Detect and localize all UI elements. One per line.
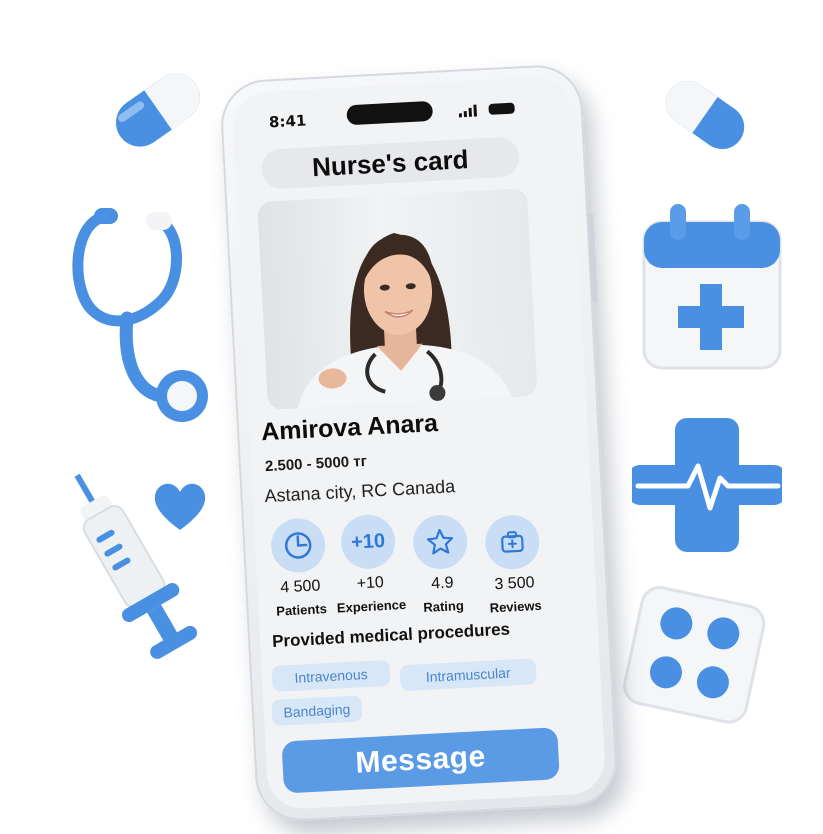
page-title: Nurse's card — [260, 136, 521, 190]
stat-value: 4 500 — [279, 577, 321, 597]
stat-value: +10 — [356, 574, 385, 593]
pill-icon — [115, 73, 201, 147]
phone-screen: 8:41 Nurse's card Amirova Anara 2.500 - … — [231, 75, 607, 811]
star-icon — [411, 513, 469, 571]
nurse-photo — [257, 188, 538, 410]
stat-label: Patients — [275, 601, 328, 619]
dynamic-island — [346, 100, 434, 126]
stat-label: Reviews — [489, 597, 543, 616]
side-button — [587, 212, 598, 303]
stat-label: Rating — [422, 597, 465, 615]
stat-patients: 4 500 Patients — [260, 517, 339, 620]
battery-icon — [488, 102, 515, 115]
calendar-plus-icon — [642, 204, 782, 370]
nurse-name: Amirova Anara — [260, 409, 439, 447]
nurse-portrait-illustration — [298, 233, 512, 409]
procedure-chip-intramuscular[interactable]: Intramuscular — [399, 658, 537, 692]
medical-kit-icon — [483, 513, 541, 571]
plus-ten-icon-text: +10 — [350, 529, 386, 554]
clock-icon — [269, 517, 327, 574]
phone-mockup: 8:41 Nurse's card Amirova Anara 2.500 - … — [218, 63, 620, 823]
stat-rating: 4.9 Rating — [402, 513, 481, 616]
status-time: 8:41 — [268, 111, 307, 132]
syringe-icon — [74, 473, 198, 659]
heartbeat-cross-icon — [632, 418, 782, 552]
stat-reviews: 3 500 Reviews — [474, 513, 553, 616]
plus-ten-icon: +10 — [339, 513, 397, 571]
procedure-chip-intravenous[interactable]: Intravenous — [271, 659, 391, 692]
location: Astana city, RC Canada — [264, 476, 456, 507]
stat-label: Experience — [336, 596, 407, 616]
procedures-heading: Provided medical procedures — [271, 619, 511, 651]
signal-icon — [458, 104, 477, 118]
stat-experience: +10 +10 Experience — [330, 513, 409, 616]
pill-blister-icon — [623, 586, 766, 724]
stat-value: 3 500 — [494, 574, 535, 594]
pill-icon — [665, 80, 745, 150]
procedure-chip-bandaging[interactable]: Bandaging — [271, 695, 363, 727]
stethoscope-icon — [72, 208, 208, 422]
message-button[interactable]: Message — [281, 727, 560, 794]
price-range: 2.500 - 5000 тг — [264, 452, 368, 476]
stat-value: 4.9 — [430, 574, 454, 593]
